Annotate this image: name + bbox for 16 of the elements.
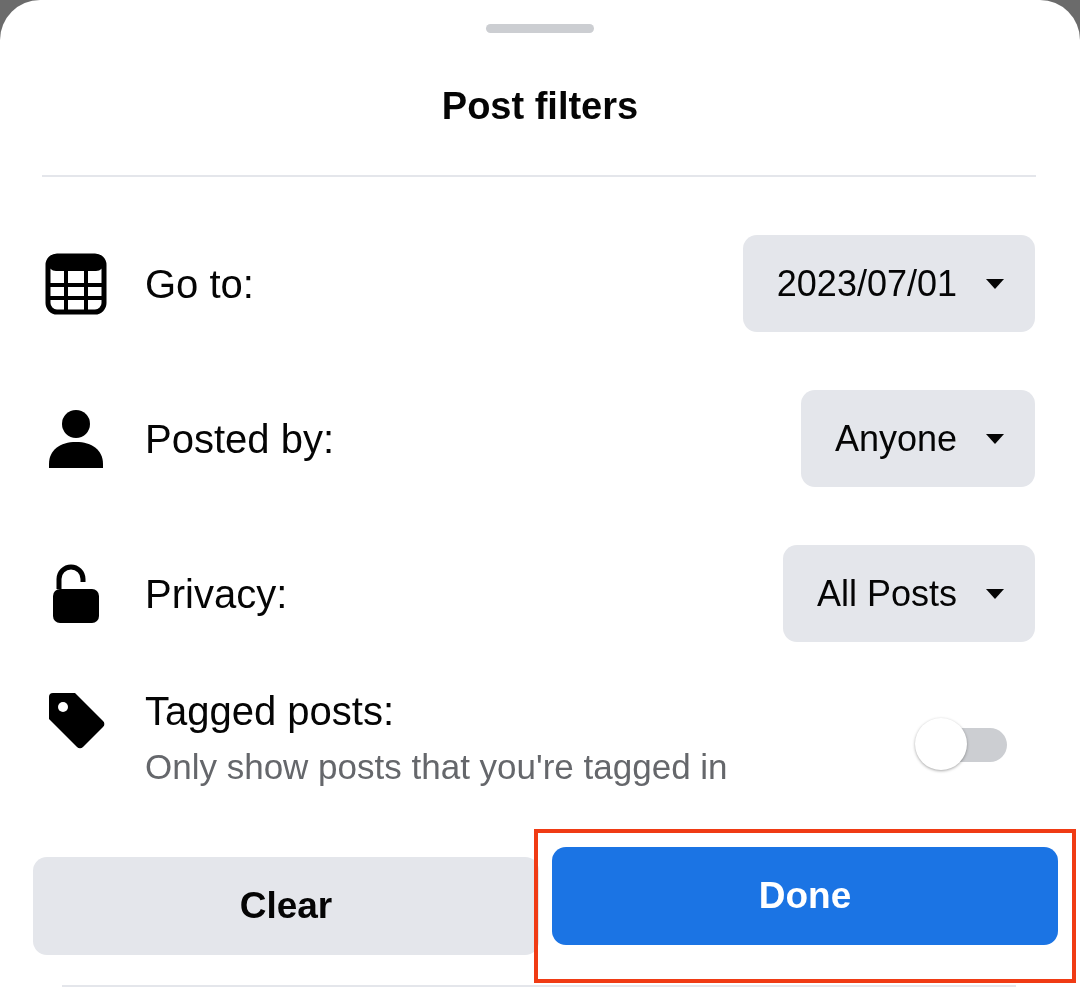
caret-icon [985, 277, 1005, 290]
drag-handle[interactable] [486, 24, 594, 34]
filter-label: Posted by: [145, 415, 335, 463]
filter-label: Go to: [145, 260, 255, 308]
clear-button[interactable]: Clear [33, 857, 539, 956]
filter-label: Tagged posts: [145, 688, 396, 736]
caret-icon [985, 432, 1005, 445]
dropdown-button[interactable]: Anyone [800, 390, 1035, 488]
filter-description: Only show posts that you're tagged in [145, 746, 729, 789]
dropdown-button[interactable]: All Posts [782, 545, 1035, 643]
filter-label: Privacy: [145, 570, 289, 618]
sheet-title: Post filters [440, 84, 640, 130]
dropdown-button[interactable]: 2023/07/01 [742, 235, 1035, 333]
done-button[interactable]: Done [552, 847, 1058, 946]
calendar-icon [45, 252, 107, 315]
caret-icon [985, 587, 1005, 600]
